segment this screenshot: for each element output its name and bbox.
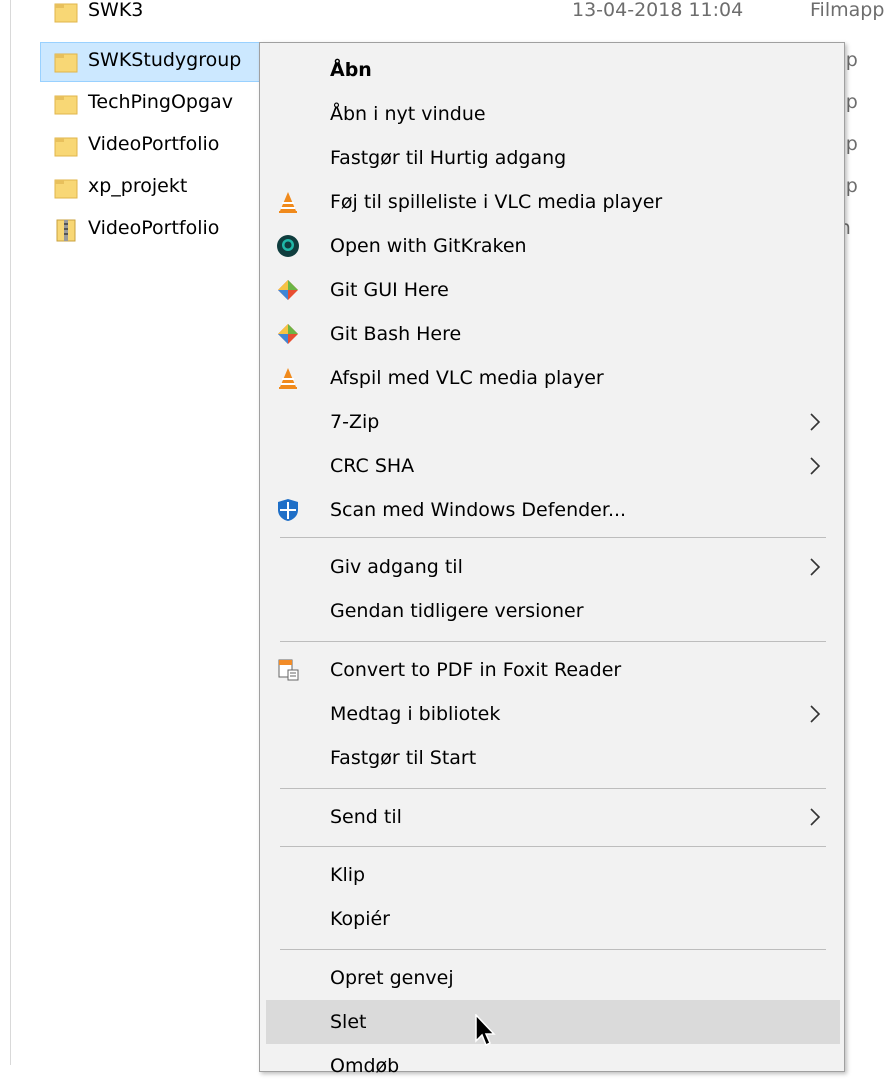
- menu-item-label: Git GUI Here: [330, 279, 449, 301]
- menu-item-pin-quick-access[interactable]: Fastgør til Hurtig adgang: [260, 136, 844, 180]
- menu-separator: [280, 537, 826, 538]
- menu-separator: [280, 949, 826, 950]
- chevron-right-icon: [810, 705, 821, 723]
- file-name: SWK3: [88, 0, 144, 21]
- file-date: 13-04-2018 11:04: [572, 0, 744, 21]
- menu-item-restore-versions[interactable]: Gendan tidligere versioner: [260, 589, 844, 633]
- mouse-cursor-icon: [475, 1014, 496, 1047]
- menu-item-vlc-play[interactable]: Afspil med VLC media player: [260, 356, 844, 400]
- vlc-icon: [279, 368, 297, 389]
- menu-item-open[interactable]: Åbn: [260, 48, 844, 92]
- menu-item-label: Git Bash Here: [330, 323, 462, 345]
- menu-item-label: Giv adgang til: [330, 556, 463, 578]
- zip-folder-icon: [56, 219, 76, 242]
- menu-item-label: Gendan tidligere versioner: [330, 600, 584, 622]
- menu-item-cut[interactable]: Klip: [260, 853, 844, 897]
- menu-item-open-new-window[interactable]: Åbn i nyt vindue: [260, 92, 844, 136]
- file-name: xp_projekt: [88, 175, 188, 197]
- menu-item-send-to[interactable]: Send til: [260, 795, 844, 839]
- folder-icon: [54, 53, 78, 73]
- folder-icon: [54, 95, 78, 115]
- menu-item-label: Opret genvej: [330, 967, 454, 989]
- menu-item-label: Send til: [330, 806, 402, 828]
- menu-item-crc-sha[interactable]: CRC SHA: [260, 444, 844, 488]
- vlc-icon: [279, 192, 297, 213]
- menu-item-create-shortcut[interactable]: Opret genvej: [260, 956, 844, 1000]
- menu-item-copy[interactable]: Kopiér: [260, 897, 844, 941]
- menu-item-delete[interactable]: Slet: [266, 1000, 840, 1044]
- menu-item-label: Åbn: [330, 59, 372, 81]
- git-icon: [278, 324, 298, 344]
- menu-item-label: Scan med Windows Defender...: [330, 499, 627, 521]
- file-name: VideoPortfolio: [88, 217, 220, 239]
- menu-item-git-bash[interactable]: Git Bash Here: [260, 312, 844, 356]
- menu-item-label: Fastgør til Start: [330, 747, 477, 769]
- menu-item-label: Afspil med VLC media player: [330, 367, 604, 389]
- menu-item-label: Kopiér: [330, 908, 390, 930]
- folder-icon: [54, 179, 78, 199]
- folder-icon: [54, 137, 78, 157]
- menu-item-label: Føj til spilleliste i VLC media player: [330, 191, 663, 213]
- menu-item-label: Medtag i bibliotek: [330, 703, 501, 725]
- menu-separator: [280, 846, 826, 847]
- file-name: TechPingOpgav: [88, 91, 233, 113]
- menu-item-windows-defender[interactable]: Scan med Windows Defender...: [260, 488, 844, 532]
- menu-item-7zip[interactable]: 7-Zip: [260, 400, 844, 444]
- menu-item-include-library[interactable]: Medtag i bibliotek: [260, 692, 844, 736]
- menu-item-gitkraken[interactable]: Open with GitKraken: [260, 224, 844, 268]
- menu-item-label: CRC SHA: [330, 455, 415, 477]
- menu-item-git-gui[interactable]: Git GUI Here: [260, 268, 844, 312]
- menu-separator: [280, 641, 826, 642]
- menu-item-label: Klip: [330, 864, 366, 886]
- chevron-right-icon: [810, 808, 821, 826]
- context-menu: Åbn Åbn i nyt vindue Fastgør til Hurtig …: [259, 42, 845, 1077]
- file-row[interactable]: SWK3 13-04-2018 11:04 Filmapp: [40, 0, 896, 32]
- menu-item-give-access[interactable]: Giv adgang til: [260, 545, 844, 589]
- menu-item-rename[interactable]: Omdøb: [260, 1044, 844, 1088]
- file-type: Filmapp: [810, 0, 885, 21]
- menu-item-label: Omdøb: [330, 1055, 400, 1077]
- chevron-right-icon: [810, 413, 821, 431]
- menu-item-pin-start[interactable]: Fastgør til Start: [260, 736, 844, 780]
- foxit-icon: [278, 659, 299, 681]
- menu-item-foxit-pdf[interactable]: Convert to PDF in Foxit Reader: [260, 648, 844, 692]
- menu-item-label: 7-Zip: [330, 411, 380, 433]
- windows-defender-icon: [278, 499, 298, 521]
- file-name: VideoPortfolio: [88, 133, 220, 155]
- menu-item-label: Åbn i nyt vindue: [330, 103, 486, 125]
- folder-icon: [54, 3, 78, 23]
- chevron-right-icon: [810, 558, 821, 576]
- menu-item-label: Open with GitKraken: [330, 235, 527, 257]
- menu-item-label: Slet: [330, 1011, 367, 1033]
- file-name: SWKStudygroup: [88, 49, 242, 71]
- chevron-right-icon: [810, 457, 821, 475]
- menu-item-vlc-playlist[interactable]: Føj til spilleliste i VLC media player: [260, 180, 844, 224]
- menu-item-label: Convert to PDF in Foxit Reader: [330, 659, 622, 681]
- gitkraken-icon: [277, 235, 299, 257]
- git-icon: [278, 280, 298, 300]
- menu-separator: [280, 788, 826, 789]
- pane-border: [10, 0, 11, 1065]
- menu-item-label: Fastgør til Hurtig adgang: [330, 147, 567, 169]
